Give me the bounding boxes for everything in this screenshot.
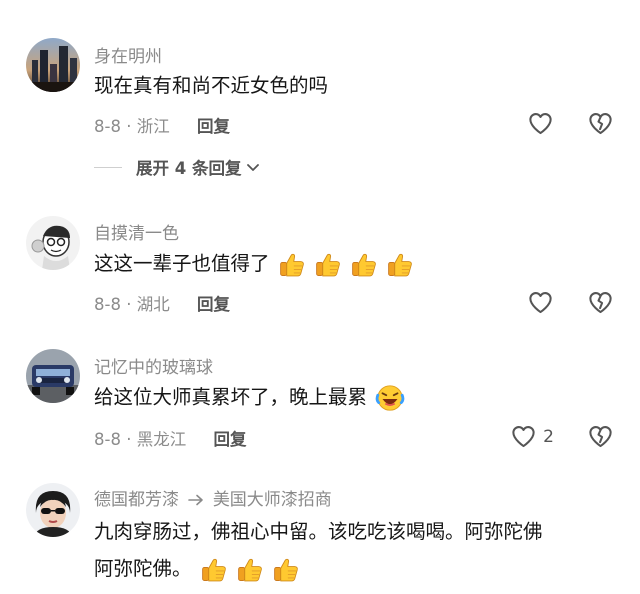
like-button[interactable]: 2 xyxy=(510,423,554,450)
meta-separator: · xyxy=(126,430,132,449)
broken-heart-icon xyxy=(587,110,614,137)
comment-meta: 8-8 · 浙江 回复 xyxy=(94,113,230,137)
meta-separator: · xyxy=(126,117,132,136)
username[interactable]: 身在明州 xyxy=(94,42,162,67)
comment-text-content: 给这位大师真累坏了，晚上最累 xyxy=(94,385,368,409)
like-count: 2 xyxy=(543,426,554,447)
thumbs-up-emoji xyxy=(314,251,342,279)
thumbs-up-emoji xyxy=(386,251,414,279)
thumbs-up-emoji xyxy=(272,556,300,584)
divider xyxy=(94,166,122,168)
dislike-button[interactable] xyxy=(587,423,614,454)
expand-replies-button[interactable]: 展开 4 条回复 xyxy=(94,155,261,179)
username[interactable]: 自摸清一色 xyxy=(94,219,179,244)
meta-separator: · xyxy=(126,295,132,314)
broken-heart-icon xyxy=(587,289,614,316)
comment-location: 浙江 xyxy=(136,117,170,136)
comment-meta: 8-8 · 湖北 回复 xyxy=(94,291,230,315)
username[interactable]: 记忆中的玻璃球 xyxy=(94,353,213,378)
expand-replies-label: 展开 4 条回复 xyxy=(136,159,242,178)
broken-heart-icon xyxy=(587,423,614,450)
like-button[interactable] xyxy=(527,110,554,137)
thumbs-up-emoji xyxy=(200,556,228,584)
username[interactable]: 德国都芳漆 xyxy=(94,490,179,510)
tears-of-joy-emoji xyxy=(375,383,405,413)
thumbs-up-emoji xyxy=(236,556,264,584)
comment-location: 湖北 xyxy=(136,295,170,314)
reply-button[interactable]: 回复 xyxy=(213,430,246,449)
comment-text-line1: 九肉穿肠过，佛祖心中留。该吃吃该喝喝。阿弥陀佛 xyxy=(94,520,543,543)
comment-text: 给这位大师真累坏了，晚上最累 xyxy=(94,383,405,413)
heart-outline-icon xyxy=(510,423,537,450)
username-line: 德国都芳漆 美国大师漆招商 xyxy=(94,485,332,510)
heart-outline-icon xyxy=(527,289,554,316)
comment-text-content: 阿弥陀佛。 xyxy=(94,557,192,580)
comment-text-line2: 阿弥陀佛。 xyxy=(94,555,300,584)
dislike-button[interactable] xyxy=(587,110,614,141)
avatar[interactable] xyxy=(26,349,80,403)
thumbs-up-emoji xyxy=(278,251,306,279)
like-button[interactable] xyxy=(527,289,554,316)
dislike-button[interactable] xyxy=(587,289,614,320)
heart-outline-icon xyxy=(527,110,554,137)
comment-text: 这这一辈子也值得了 xyxy=(94,250,414,279)
comment-text-content: 这这一辈子也值得了 xyxy=(94,252,270,275)
avatar[interactable] xyxy=(26,38,80,92)
comment-location: 黑龙江 xyxy=(136,430,187,449)
reply-button[interactable]: 回复 xyxy=(197,117,230,136)
comment-text: 现在真有和尚不近女色的吗 xyxy=(94,74,329,97)
comment-meta: 8-8 · 黑龙江 回复 xyxy=(94,426,246,450)
avatar[interactable] xyxy=(26,216,80,270)
arrow-right-icon xyxy=(188,494,204,506)
chevron-down-icon xyxy=(247,164,260,171)
comment-date: 8-8 xyxy=(94,117,121,136)
reply-button[interactable]: 回复 xyxy=(197,295,230,314)
comment-date: 8-8 xyxy=(94,295,121,314)
avatar[interactable] xyxy=(26,483,80,537)
comment-date: 8-8 xyxy=(94,430,121,449)
thumbs-up-emoji xyxy=(350,251,378,279)
reply-target-username[interactable]: 美国大师漆招商 xyxy=(213,490,332,510)
